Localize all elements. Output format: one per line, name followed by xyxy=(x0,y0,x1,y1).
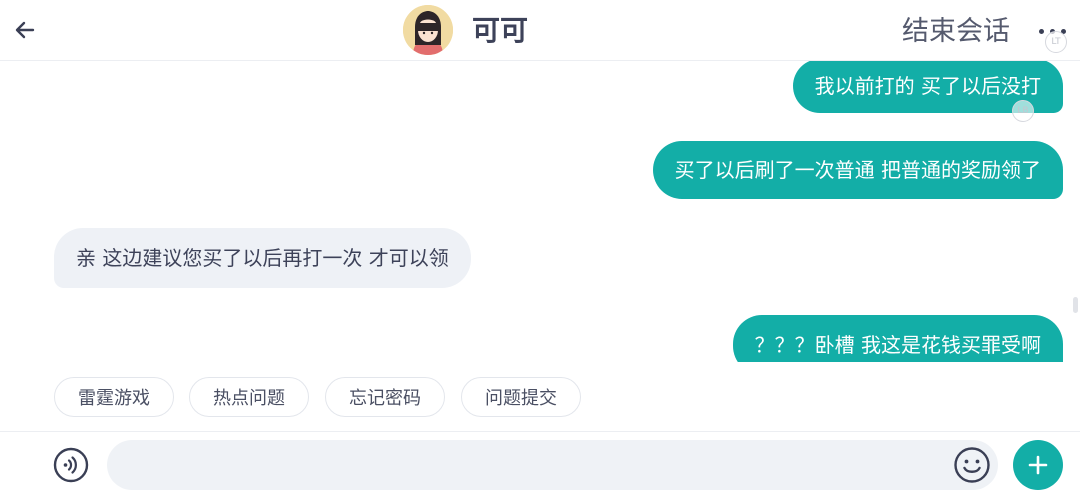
add-button[interactable] xyxy=(1013,440,1063,490)
avatar xyxy=(403,5,453,55)
chat-screen: 可可 结束会话 LT 我以前打的 买了以后没打 LB 买了以后刷了一次普通 把普… xyxy=(0,0,1080,498)
voice-button[interactable] xyxy=(53,447,89,483)
quick-reply-chip[interactable]: 问题提交 xyxy=(461,377,581,417)
plus-icon xyxy=(1028,455,1048,475)
more-dots-icon xyxy=(1038,28,1044,34)
message-input[interactable] xyxy=(107,440,998,490)
emoji-button[interactable] xyxy=(953,446,991,484)
emoji-icon xyxy=(954,447,990,483)
back-button[interactable] xyxy=(8,12,42,48)
quick-reply-chip[interactable]: 热点问题 xyxy=(189,377,309,417)
page-title: 可可 xyxy=(472,14,529,47)
arrow-left-icon xyxy=(15,21,35,39)
message-bubble-incoming[interactable]: 亲 这边建议您买了以后再打一次 才可以领 xyxy=(54,228,471,288)
message-list[interactable]: 我以前打的 买了以后没打 LB 买了以后刷了一次普通 把普通的奖励领了 亲 这边… xyxy=(0,61,1080,362)
input-bar xyxy=(0,431,1080,498)
message-bubble-outgoing[interactable]: 买了以后刷了一次普通 把普通的奖励领了 xyxy=(652,141,1063,199)
watermark-badge: LT xyxy=(1045,31,1067,53)
quick-reply-chip[interactable]: 雷霆游戏 xyxy=(54,377,174,417)
end-session-button[interactable]: 结束会话 xyxy=(902,14,1010,50)
message-bubble-outgoing[interactable]: ？？？卧槽 我这是花钱买罪受啊 xyxy=(732,315,1063,362)
quick-reply-chip[interactable]: 忘记密码 xyxy=(325,377,445,417)
scrollbar-thumb[interactable] xyxy=(1073,297,1078,313)
watermark-badge: LB xyxy=(1012,100,1034,122)
header-bar: 可可 结束会话 LT xyxy=(0,0,1080,61)
voice-icon xyxy=(53,447,89,483)
